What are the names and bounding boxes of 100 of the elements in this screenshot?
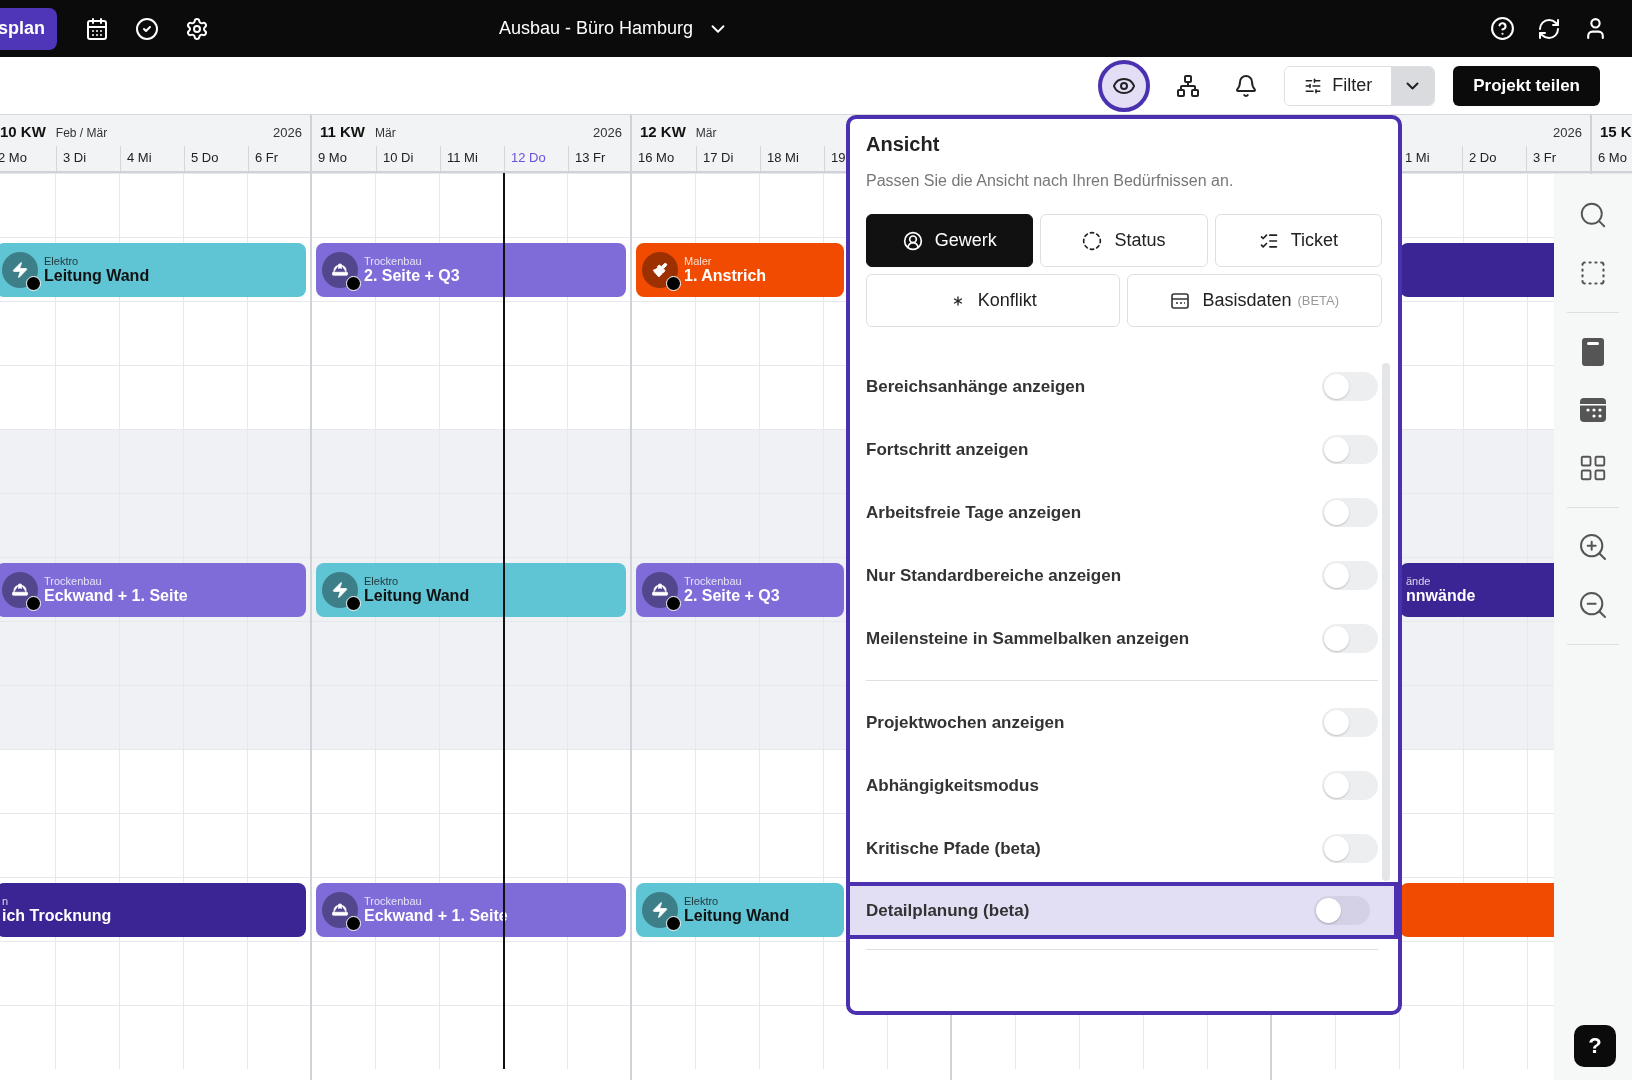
setting-label: Fortschritt anzeigen bbox=[866, 439, 1029, 460]
day-label: 11 Mi bbox=[440, 146, 504, 171]
trade-label: Elektro bbox=[364, 574, 400, 587]
dashed-square-icon bbox=[1579, 259, 1607, 287]
day-label: 5 Do bbox=[184, 146, 248, 171]
helmet-icon bbox=[2, 571, 38, 608]
day-label: 12 Do bbox=[504, 146, 568, 171]
month-label: Mär bbox=[375, 126, 396, 140]
task-bar[interactable]: Elektro Leitung Wand bbox=[316, 562, 626, 617]
helmet-icon bbox=[322, 251, 358, 288]
setting-label: Bereichsanhänge anzeigen bbox=[866, 376, 1086, 397]
calendar-icon[interactable] bbox=[85, 16, 109, 41]
toggle-switch[interactable] bbox=[1322, 561, 1378, 590]
day-label: 9 Mo bbox=[317, 149, 348, 167]
toggle-switch[interactable] bbox=[1322, 372, 1378, 401]
toggle-switch[interactable] bbox=[1322, 834, 1378, 863]
toggle-switch[interactable] bbox=[1322, 771, 1378, 800]
year-label: 2026 bbox=[273, 125, 302, 140]
lightning-icon bbox=[322, 571, 358, 608]
task-title: Leitung Wand bbox=[364, 586, 470, 605]
bell-icon bbox=[1234, 73, 1259, 98]
task-title: Leitung Wand bbox=[684, 906, 790, 925]
day-label: 4 Mi bbox=[120, 146, 184, 171]
search-icon bbox=[1578, 200, 1608, 230]
chevron-icon bbox=[1406, 81, 1420, 90]
setting-label: Arbeitsfreie Tage anzeigen bbox=[866, 502, 1082, 523]
help-button[interactable]: ? bbox=[1574, 1025, 1616, 1067]
task-bar[interactable]: Trockenbau 2. Seite + Q3 bbox=[316, 242, 626, 297]
toggle-switch[interactable] bbox=[1322, 435, 1378, 464]
lightning-icon bbox=[2, 251, 38, 288]
year-label: 2026 bbox=[593, 125, 622, 140]
setting-label: Projektwochen anzeigen bbox=[866, 712, 1065, 733]
trade-label: Elektro bbox=[684, 894, 720, 907]
setting-label: Kritische Pfade (beta) bbox=[866, 838, 1041, 859]
day-label: 17 Di bbox=[696, 146, 760, 171]
calendar-icon bbox=[1579, 396, 1607, 424]
task-bar[interactable]: n ich Trocknung bbox=[0, 882, 306, 937]
view-mode-tab[interactable]: Ticket bbox=[1214, 214, 1382, 267]
share-button[interactable]: Projekt teilen bbox=[1453, 65, 1600, 106]
task-title: Eckwand + 1. Seite bbox=[44, 586, 188, 605]
week-label: 11 KW bbox=[320, 123, 365, 140]
task-title: Leitung Wand bbox=[44, 266, 150, 285]
task-bar[interactable]: Elektro Leitung Wand bbox=[636, 882, 844, 937]
week-label: 12 KW bbox=[640, 123, 686, 140]
view-mode-tab[interactable]: Basisdaten (BETA) bbox=[1127, 274, 1382, 327]
day-label: 3 Fr bbox=[1526, 146, 1590, 171]
month-label: Mär bbox=[695, 126, 717, 140]
day-label: 16 Mo bbox=[637, 149, 676, 167]
trade-label: n bbox=[2, 894, 10, 907]
day-label: 3 Di bbox=[56, 146, 120, 171]
setting-label: Detailplanung (beta) bbox=[866, 900, 1030, 921]
check-circle-icon[interactable] bbox=[135, 16, 159, 41]
task-title: 2. Seite + Q3 bbox=[364, 266, 460, 285]
dashed-circle-icon bbox=[1082, 230, 1103, 251]
view-mode-tab[interactable]: Status bbox=[1040, 214, 1208, 267]
month-label: Feb / Mär bbox=[55, 126, 108, 140]
trade-label: Elektro bbox=[44, 254, 80, 267]
toggle-switch[interactable] bbox=[1322, 498, 1378, 527]
grid-icon bbox=[1578, 453, 1608, 483]
table-icon bbox=[1170, 290, 1191, 311]
setting-label: Abhängigkeitsmodus bbox=[866, 775, 1039, 796]
settings-icon[interactable] bbox=[185, 16, 209, 41]
help-icon[interactable] bbox=[1490, 16, 1515, 41]
view-mode-tab[interactable]: Gewerk bbox=[866, 214, 1034, 267]
task-bar[interactable]: Elektro Leitung Wand bbox=[0, 242, 306, 297]
task-bar[interactable]: Trockenbau 2. Seite + Q3 bbox=[636, 562, 844, 617]
day-label: 18 Mi bbox=[760, 146, 824, 171]
lightning-icon bbox=[642, 891, 678, 928]
user-icon bbox=[902, 230, 923, 251]
trade-label: Trockenbau bbox=[364, 254, 423, 267]
scrollbar[interactable] bbox=[1382, 363, 1390, 881]
zoom-out-icon bbox=[1577, 589, 1609, 621]
task-bar[interactable]: Trockenbau Eckwand + 1. Seite bbox=[0, 562, 306, 617]
project-selector[interactable]: Ausbau - Büro Hamburg bbox=[499, 17, 730, 40]
helmet-icon bbox=[642, 571, 678, 608]
day-label: 2 Do bbox=[1462, 146, 1526, 171]
trade-label: Maler bbox=[684, 254, 713, 267]
beta-tag: (BETA) bbox=[1297, 293, 1340, 308]
task-bar[interactable]: Maler 1. Anstrich bbox=[636, 242, 844, 297]
trade-label: Trockenbau bbox=[364, 894, 423, 907]
task-title: 1. Anstrich bbox=[684, 266, 767, 285]
helmet-icon bbox=[322, 891, 358, 928]
task-title: nnwände bbox=[1406, 586, 1476, 605]
toggle-switch[interactable] bbox=[1314, 896, 1370, 925]
year-label: 2026 bbox=[1553, 125, 1582, 140]
view-mode-tab[interactable]: Konflikt bbox=[866, 274, 1121, 327]
refresh-icon[interactable] bbox=[1537, 16, 1561, 41]
trade-label: Trockenbau bbox=[684, 574, 743, 587]
toggle-switch[interactable] bbox=[1322, 624, 1378, 653]
day-label: 6 Mo bbox=[1597, 149, 1628, 167]
zoom-in-icon bbox=[1577, 531, 1609, 563]
hierarchy-icon bbox=[1176, 73, 1201, 98]
week-label: 15 K bbox=[1600, 123, 1632, 140]
toggle-switch[interactable] bbox=[1322, 708, 1378, 737]
notebook-icon bbox=[1580, 337, 1606, 367]
trade-label: ände bbox=[1406, 574, 1432, 587]
setting-label: Meilensteine in Sammelbalken anzeigen bbox=[866, 628, 1190, 649]
view-button[interactable] bbox=[1098, 59, 1151, 112]
brush-icon bbox=[642, 251, 678, 288]
task-title: ich Trocknung bbox=[2, 906, 112, 925]
